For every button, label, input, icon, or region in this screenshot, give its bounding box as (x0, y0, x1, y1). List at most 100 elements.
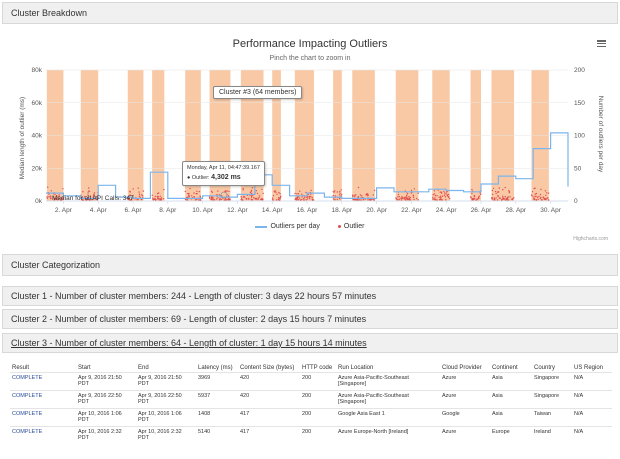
outlier-dot[interactable] (354, 194, 356, 197)
outlier-dot[interactable] (543, 197, 545, 199)
outlier-dot[interactable] (417, 199, 419, 201)
outlier-dot[interactable] (279, 193, 281, 195)
outlier-dot[interactable] (541, 199, 543, 201)
outlier-dot[interactable] (187, 196, 189, 198)
outlier-dot[interactable] (400, 199, 403, 201)
outlier-dot[interactable] (476, 198, 478, 201)
outlier-dot[interactable] (530, 194, 533, 196)
outlier-dot[interactable] (272, 194, 275, 197)
outlier-dot[interactable] (535, 199, 538, 201)
outlier-dot[interactable] (538, 195, 540, 198)
outlier-dot[interactable] (50, 190, 52, 192)
outlier-dot[interactable] (261, 188, 263, 191)
outlier-dot[interactable] (367, 199, 369, 201)
outlier-dot[interactable] (248, 198, 250, 200)
outlier-dot[interactable] (478, 196, 480, 198)
outlier-dot[interactable] (208, 196, 211, 198)
outlier-dot[interactable] (408, 199, 410, 201)
outlier-dot[interactable] (366, 193, 368, 195)
outlier-dot[interactable] (193, 192, 195, 194)
outlier-dot[interactable] (255, 190, 257, 192)
outlier-dot[interactable] (312, 199, 314, 201)
outlier-dot[interactable] (443, 194, 446, 196)
outlier-dot[interactable] (504, 186, 506, 189)
outlier-dot[interactable] (332, 194, 334, 197)
result-link[interactable]: COMPLETE (12, 411, 42, 417)
column-header[interactable]: Start (76, 364, 136, 373)
outlier-dot[interactable] (545, 197, 547, 200)
outlier-dot[interactable] (505, 199, 507, 201)
table-row[interactable]: COMPLETE Apr 9, 2016 22:50 PDT Apr 9, 2016… (10, 390, 612, 409)
outlier-dot[interactable] (434, 194, 436, 197)
outlier-dot[interactable] (473, 195, 476, 198)
outlier-dot[interactable] (439, 191, 441, 193)
outlier-dot[interactable] (401, 196, 403, 198)
outlier-dot[interactable] (278, 199, 281, 201)
outlier-dot[interactable] (295, 199, 297, 201)
outlier-dot[interactable] (217, 197, 219, 199)
outlier-dot[interactable] (480, 193, 482, 196)
outlier-dot[interactable] (445, 199, 447, 201)
outlier-dot[interactable] (441, 195, 444, 197)
outlier-dot[interactable] (301, 196, 303, 198)
outlier-dot[interactable] (157, 195, 159, 198)
outlier-dot[interactable] (152, 197, 154, 199)
outlier-dot[interactable] (534, 195, 536, 198)
column-header[interactable]: End (136, 364, 196, 373)
outlier-dot[interactable] (297, 199, 300, 201)
outlier-dot[interactable] (276, 193, 278, 195)
outlier-dot[interactable] (152, 198, 155, 201)
outlier-dot[interactable] (299, 199, 302, 201)
outlier-dot[interactable] (332, 198, 335, 200)
outlier-dot[interactable] (224, 199, 226, 201)
outlier-dot[interactable] (210, 198, 212, 200)
outlier-dot[interactable] (141, 194, 144, 197)
outlier-dot[interactable] (507, 196, 509, 198)
outlier-dot[interactable] (218, 199, 221, 201)
outlier-dot[interactable] (301, 198, 303, 201)
outlier-dot[interactable] (408, 197, 410, 200)
cluster-2-header[interactable]: Cluster 2 - Number of cluster members: 6… (2, 309, 618, 329)
outlier-dot[interactable] (534, 198, 536, 201)
outlier-dot[interactable] (250, 190, 252, 193)
outlier-dot[interactable] (545, 194, 547, 196)
outlier-dot[interactable] (361, 195, 363, 197)
outlier-dot[interactable] (445, 193, 447, 195)
outlier-dot[interactable] (294, 192, 296, 195)
result-cell[interactable]: COMPLETE (10, 408, 76, 427)
outlier-dot[interactable] (410, 189, 413, 192)
outlier-dot[interactable] (87, 192, 89, 194)
outlier-dot[interactable] (406, 193, 409, 195)
outlier-dot[interactable] (397, 193, 400, 196)
outlier-dot[interactable] (373, 189, 376, 192)
outlier-dot[interactable] (189, 187, 191, 190)
outlier-dot[interactable] (366, 194, 369, 197)
chart-plot[interactable]: 0k 20k 40k 60k 80k 0 50 100 150 200 2. Apr 4. Apr… (2, 26, 618, 250)
outlier-dot[interactable] (301, 193, 303, 195)
outlier-dot[interactable] (188, 192, 190, 195)
outlier-dot[interactable] (246, 198, 248, 200)
outlier-dot[interactable] (410, 192, 413, 194)
outlier-dot[interactable] (539, 193, 542, 196)
outlier-dot[interactable] (88, 187, 90, 189)
outlier-dot[interactable] (447, 193, 450, 196)
outlier-dot[interactable] (258, 196, 260, 199)
legend-item-outliers-per-day[interactable]: Outliers per day (255, 223, 320, 230)
outlier-dot[interactable] (440, 191, 443, 193)
highcharts-credits[interactable]: Highcharts.com (573, 236, 608, 242)
outlier-dot[interactable] (296, 197, 298, 199)
outlier-dot[interactable] (412, 196, 415, 198)
result-link[interactable]: COMPLETE (12, 393, 42, 399)
outlier-dot[interactable] (242, 188, 244, 190)
outlier-dot[interactable] (546, 192, 548, 194)
outlier-dot[interactable] (508, 191, 511, 193)
outlier-dot[interactable] (298, 197, 301, 199)
outlier-dot[interactable] (46, 196, 48, 198)
outlier-dot[interactable] (253, 197, 255, 199)
outlier-dot[interactable] (199, 199, 201, 201)
outlier-dot[interactable] (535, 192, 538, 195)
outlier-dot[interactable] (501, 199, 503, 201)
outlier-dot[interactable] (448, 196, 450, 198)
outlier-dot[interactable] (509, 196, 511, 198)
outlier-dot[interactable] (434, 197, 436, 199)
